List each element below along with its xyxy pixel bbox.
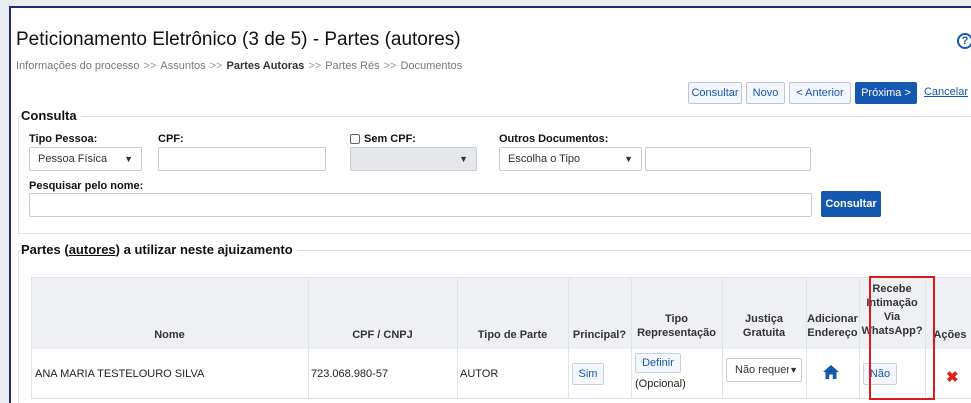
justica-gratuita-select[interactable]: Não requerid ▼ bbox=[726, 358, 802, 382]
principal-sim-button[interactable]: Sim bbox=[572, 363, 604, 385]
outros-documentos-value: Escolha o Tipo bbox=[508, 153, 581, 165]
page-frame: Peticionamento Eletrônico (3 de 5) - Par… bbox=[9, 6, 971, 403]
consultar-button[interactable]: Consultar bbox=[821, 191, 881, 217]
partes-title: Partes (autores) a utilizar neste ajuiza… bbox=[21, 242, 297, 257]
partes-title-suffix: ) a utilizar neste ajuizamento bbox=[115, 242, 293, 257]
proxima-button[interactable]: Próxima > bbox=[855, 82, 917, 104]
breadcrumb-item-assuntos[interactable]: Assuntos bbox=[160, 60, 205, 72]
outros-documentos-label: Outros Documentos: bbox=[499, 133, 609, 145]
col-header-justica-line1: Justiça bbox=[745, 313, 783, 325]
tipo-pessoa-select[interactable]: Pessoa Física ▼ bbox=[29, 147, 142, 171]
col-header-nome: Nome bbox=[154, 329, 185, 341]
col-header-tipo-representacao-line2: Representação bbox=[637, 327, 716, 339]
delete-icon[interactable]: ✖ bbox=[946, 368, 959, 386]
pesquisar-nome-input[interactable] bbox=[29, 193, 812, 217]
breadcrumb: Informações do processo >> Assuntos >> Parte… bbox=[16, 60, 463, 72]
col-header-justica-gratuita: Justiça Gratuita bbox=[722, 312, 806, 340]
whatsapp-highlight-box bbox=[869, 276, 935, 400]
outros-documentos-select[interactable]: Escolha o Tipo ▼ bbox=[499, 147, 642, 171]
tipo-pessoa-value: Pessoa Física bbox=[38, 153, 108, 165]
breadcrumb-item-informacoes[interactable]: Informações do processo bbox=[16, 60, 140, 72]
home-icon[interactable] bbox=[823, 365, 839, 379]
row-divider bbox=[31, 398, 971, 399]
partes-title-link[interactable]: autores bbox=[69, 242, 116, 257]
chevron-down-icon: ▼ bbox=[789, 359, 798, 381]
breadcrumb-item-partes-autoras: Partes Autoras bbox=[226, 60, 305, 72]
col-header-justica-line2: Gratuita bbox=[742, 327, 786, 339]
row-cpf: 723.068.980-57 bbox=[311, 368, 389, 380]
col-header-cpf: CPF / CNPJ bbox=[352, 329, 413, 341]
sem-cpf-label: Sem CPF: bbox=[364, 133, 416, 145]
col-header-adicionar-endereco: Adicionar Endereço bbox=[806, 312, 859, 340]
pesquisar-label: Pesquisar pelo nome: bbox=[29, 180, 144, 192]
definir-representacao-button[interactable]: Definir bbox=[635, 353, 681, 373]
col-header-tipo-representacao: Tipo Representação bbox=[631, 312, 722, 340]
consultar-toolbar-button[interactable]: Consultar bbox=[688, 82, 742, 104]
col-header-adicionar-line1: Adicionar bbox=[807, 313, 858, 325]
consulta-title: Consulta bbox=[21, 108, 81, 123]
novo-button[interactable]: Novo bbox=[746, 82, 785, 104]
sem-cpf-select: ▼ bbox=[350, 147, 477, 171]
cancelar-button[interactable]: Cancelar bbox=[921, 82, 971, 104]
col-header-adicionar-line2: Endereço bbox=[807, 327, 858, 339]
outros-documentos-input[interactable] bbox=[645, 147, 811, 171]
sem-cpf-checkbox[interactable] bbox=[350, 134, 360, 144]
breadcrumb-item-documentos[interactable]: Documentos bbox=[400, 60, 462, 72]
cpf-input[interactable] bbox=[158, 147, 326, 171]
col-header-tipo-parte: Tipo de Parte bbox=[477, 329, 548, 341]
partes-left-border bbox=[18, 250, 19, 403]
col-header-tipo-representacao-line1: Tipo bbox=[664, 313, 688, 325]
page-title: Peticionamento Eletrônico (3 de 5) - Par… bbox=[16, 29, 461, 50]
tipo-pessoa-label: Tipo Pessoa: bbox=[29, 133, 98, 145]
consulta-divider bbox=[18, 116, 971, 117]
representacao-opcional-label: (Opcional) bbox=[635, 378, 686, 390]
row-nome: ANA MARIA TESTELOURO SILVA bbox=[35, 368, 205, 380]
chevron-down-icon: ▼ bbox=[124, 154, 133, 164]
chevron-down-icon: ▼ bbox=[459, 154, 468, 164]
chevron-down-icon: ▼ bbox=[624, 154, 633, 164]
partes-title-prefix: Partes ( bbox=[21, 242, 69, 257]
help-icon[interactable]: ? bbox=[957, 33, 971, 49]
breadcrumb-item-partes-res[interactable]: Partes Rés bbox=[325, 60, 379, 72]
cpf-label: CPF: bbox=[158, 133, 184, 145]
col-header-principal: Principal? bbox=[572, 329, 627, 341]
anterior-button[interactable]: < Anterior bbox=[789, 82, 851, 104]
row-tipo-parte: AUTOR bbox=[460, 368, 499, 380]
